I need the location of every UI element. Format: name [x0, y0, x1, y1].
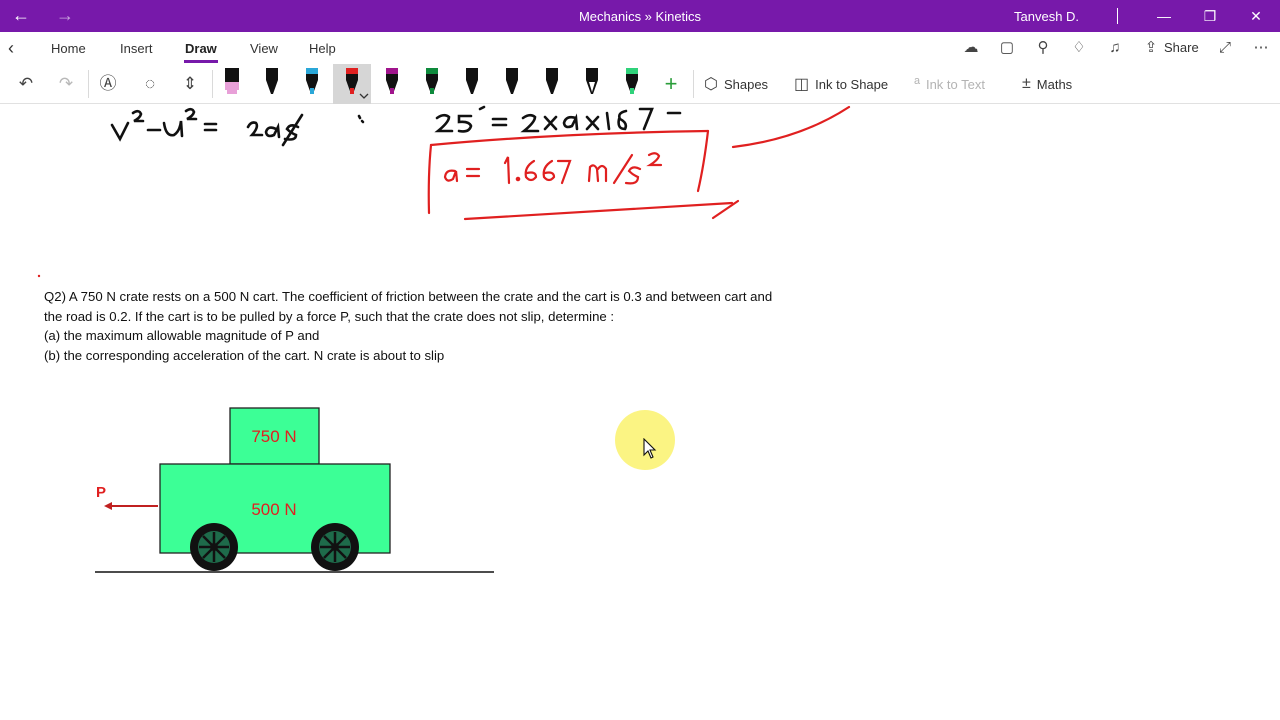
green-pen-icon[interactable]	[420, 66, 444, 98]
force-arrowhead	[104, 502, 112, 510]
fullscreen-icon[interactable]: ⤢	[1214, 38, 1236, 58]
ink-to-shape-button[interactable]: ◫ Ink to Shape	[794, 72, 888, 96]
window-title: Mechanics » Kinetics	[578, 9, 702, 24]
search-icon[interactable]: ⚲	[1032, 38, 1054, 58]
question-line: (b) the corresponding acceleration of th…	[44, 347, 445, 363]
close-icon[interactable]: ✕	[1246, 6, 1266, 26]
tab-help[interactable]: Help	[309, 41, 336, 56]
purple-pen-icon[interactable]	[380, 66, 404, 98]
share-button[interactable]: Share	[1164, 40, 1199, 55]
toolbar-divider	[693, 70, 694, 98]
chevron-left-icon[interactable]: ‹	[8, 38, 14, 59]
maths-icon: ±	[1022, 75, 1031, 92]
black-pen-icon[interactable]	[500, 66, 524, 98]
type-select-icon[interactable]: Ⓐ	[96, 72, 120, 96]
ink-to-shape-label: Ink to Shape	[815, 76, 889, 92]
toolbar-divider	[212, 70, 213, 98]
shapes-label: Shapes	[723, 76, 769, 92]
undo-icon[interactable]: ↶	[14, 72, 38, 96]
tab-draw[interactable]: Draw	[185, 41, 217, 56]
toolbar-divider	[88, 70, 89, 98]
black-pencil-icon[interactable]	[580, 66, 604, 98]
handwritten-ink-layer[interactable]	[0, 105, 1280, 235]
more-options-icon[interactable]: ⋯	[1250, 38, 1272, 58]
cart-label: 500 N	[251, 500, 296, 519]
question-line: (a) the maximum allowable magnitude of P…	[44, 328, 320, 343]
notebooks-icon[interactable]: ▢	[996, 38, 1018, 58]
black-pen-icon[interactable]	[260, 66, 284, 98]
ink-dot	[37, 274, 41, 278]
active-tab-indicator	[184, 60, 218, 63]
ink-to-text-label: Ink to Text	[925, 76, 985, 92]
force-label: P	[96, 484, 106, 501]
maths-label: Maths	[1036, 76, 1073, 92]
user-name[interactable]: Tanvesh D.	[1014, 9, 1079, 24]
ink-to-shape-icon: ◫	[794, 76, 810, 93]
ink-to-text-button[interactable]: ᵃ Ink to Text	[914, 72, 985, 96]
add-space-icon[interactable]: ⇕	[178, 72, 202, 96]
tab-home[interactable]: Home	[51, 41, 86, 56]
crate-cart-figure[interactable]: 750 N 500 N P	[80, 395, 510, 580]
lightbulb-icon[interactable]: ♢	[1068, 38, 1090, 58]
mouse-pointer-icon	[643, 438, 657, 459]
restore-icon[interactable]: ❐	[1200, 6, 1220, 26]
highlighter-pen-icon[interactable]	[220, 66, 244, 98]
question-text-block[interactable]: Q2) A 750 N crate rests on a 500 N cart.…	[44, 287, 904, 365]
maths-button[interactable]: ± Maths	[1022, 72, 1072, 96]
title-bar: ← → Mechanics » Kinetics Tanvesh D. — ❐ …	[0, 0, 1280, 32]
lasso-select-icon[interactable]: ◌	[138, 72, 162, 96]
question-line: Q2) A 750 N crate rests on a 500 N cart.…	[44, 289, 773, 304]
black-pen-icon[interactable]	[540, 66, 564, 98]
cyan-pen-icon[interactable]	[300, 66, 324, 98]
tab-view[interactable]: View	[250, 41, 278, 56]
titlebar-divider	[1117, 8, 1118, 24]
add-pen-icon[interactable]: +	[659, 72, 683, 96]
shapes-button[interactable]: ⬡ Shapes	[704, 72, 768, 96]
tab-insert[interactable]: Insert	[120, 41, 153, 56]
wheel-left	[190, 523, 238, 571]
shapes-icon: ⬡	[704, 76, 718, 93]
black-pen-icon[interactable]	[460, 66, 484, 98]
redo-icon[interactable]: ↷	[54, 72, 78, 96]
ink-to-text-icon: ᵃ	[914, 75, 920, 92]
minimize-icon[interactable]: —	[1154, 6, 1174, 26]
share-icon[interactable]: ⇪	[1140, 38, 1162, 58]
bell-icon[interactable]: ♫	[1104, 38, 1126, 58]
question-line: the road is 0.2. If the cart is to be pu…	[44, 308, 615, 324]
crate-label: 750 N	[251, 427, 296, 446]
chevron-down-icon[interactable]	[359, 92, 369, 100]
sync-icon[interactable]: ☁	[960, 38, 982, 58]
wheel-right	[311, 523, 359, 571]
lightgreen-pen-icon[interactable]	[620, 66, 644, 98]
